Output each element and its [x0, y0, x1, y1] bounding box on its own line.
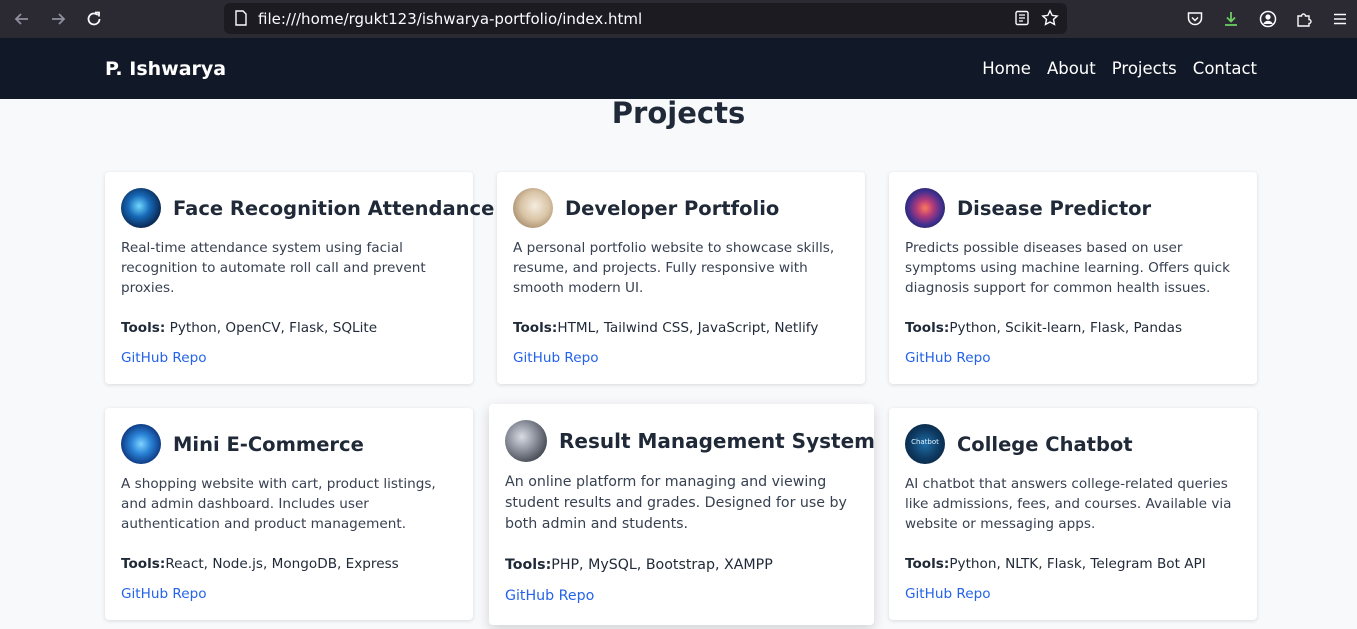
tools-value: Python, NLTK, Flask, Telegram Bot API	[949, 556, 1206, 572]
project-description: Predicts possible diseases based on user…	[905, 240, 1230, 296]
address-bar[interactable]: file:///home/rgukt123/ishwarya-portfolio…	[224, 3, 1067, 34]
nav-projects-link[interactable]: Projects	[1112, 59, 1177, 78]
projects-heading: Projects	[611, 96, 746, 130]
nav-about-link[interactable]: About	[1047, 59, 1096, 78]
project-thumbnail: Chatbot	[905, 424, 945, 464]
github-repo-link[interactable]: GitHub Repo	[121, 584, 207, 604]
project-description: AI chatbot that answers college-related …	[905, 476, 1232, 532]
project-tools: Tools:React, Node.js, MongoDB, Express	[121, 554, 457, 574]
nav-links: Home About Projects Contact	[982, 59, 1257, 78]
tools-label: Tools:	[905, 320, 950, 336]
page-icon	[232, 9, 250, 27]
project-title: College Chatbot	[957, 432, 1133, 456]
project-card: Chatbot College Chatbot AI chatbot that …	[889, 408, 1257, 620]
github-repo-link[interactable]: GitHub Repo	[513, 348, 599, 368]
tools-label: Tools:	[505, 557, 552, 573]
github-repo-link[interactable]: GitHub Repo	[905, 584, 991, 604]
project-tools: Tools:HTML, Tailwind CSS, JavaScript, Ne…	[513, 318, 849, 338]
thumbnail-caption: Chatbot	[911, 438, 939, 446]
project-card: Face Recognition Attendance Real-time at…	[105, 172, 494, 384]
project-tools: Tools:PHP, MySQL, Bootstrap, XAMPP	[505, 555, 858, 576]
project-thumbnail	[121, 188, 161, 228]
project-thumbnail	[905, 188, 945, 228]
pocket-icon[interactable]	[1185, 9, 1205, 29]
project-tools: Tools: Python, OpenCV, Flask, SQLite	[121, 318, 457, 338]
browser-toolbar: file:///home/rgukt123/ishwarya-portfolio…	[0, 0, 1357, 38]
github-repo-link[interactable]: GitHub Repo	[905, 348, 991, 368]
project-title: Mini E-Commerce	[173, 432, 364, 456]
tools-value: PHP, MySQL, Bootstrap, XAMPP	[551, 557, 773, 573]
account-icon[interactable]	[1258, 9, 1278, 29]
download-icon[interactable]	[1221, 9, 1241, 29]
tools-value: HTML, Tailwind CSS, JavaScript, Netlify	[557, 320, 819, 336]
project-thumbnail	[121, 424, 161, 464]
extensions-icon[interactable]	[1294, 9, 1314, 29]
project-title: Disease Predictor	[957, 196, 1152, 220]
project-description: An online platform for managing and view…	[505, 474, 847, 532]
tools-label: Tools:	[121, 556, 166, 572]
project-description: A personal portfolio website to showcase…	[513, 240, 835, 296]
project-title: Face Recognition Attendance	[173, 196, 495, 220]
project-tools: Tools:Python, Scikit-learn, Flask, Panda…	[905, 318, 1241, 338]
github-repo-link[interactable]: GitHub Repo	[121, 348, 207, 368]
project-card: Developer Portfolio A personal portfolio…	[497, 172, 865, 384]
project-card: Mini E-Commerce A shopping website with …	[105, 408, 473, 620]
project-tools: Tools:Python, NLTK, Flask, Telegram Bot …	[905, 554, 1241, 574]
menu-icon[interactable]	[1330, 9, 1350, 29]
project-description: Real-time attendance system using facial…	[121, 240, 426, 296]
github-repo-link[interactable]: GitHub Repo	[505, 586, 594, 606]
nav-home-link[interactable]: Home	[982, 59, 1031, 78]
tools-value: Python, OpenCV, Flask, SQLite	[169, 320, 378, 336]
tools-label: Tools:	[905, 556, 950, 572]
tools-value: Python, Scikit-learn, Flask, Pandas	[949, 320, 1183, 336]
forward-icon[interactable]	[46, 7, 70, 31]
reload-icon[interactable]	[82, 7, 106, 31]
url-text: file:///home/rgukt123/ishwarya-portfolio…	[258, 10, 643, 28]
site-brand[interactable]: P. Ishwarya	[105, 58, 226, 80]
project-title: Developer Portfolio	[565, 196, 780, 220]
back-icon[interactable]	[10, 7, 34, 31]
project-description: A shopping website with cart, product li…	[121, 476, 436, 532]
project-title: Result Management System	[559, 429, 875, 453]
project-card: Disease Predictor Predicts possible dise…	[889, 172, 1257, 384]
project-thumbnail	[505, 420, 547, 462]
tools-value: React, Node.js, MongoDB, Express	[165, 556, 399, 572]
project-card-hovered: Result Management System An online platf…	[489, 404, 875, 625]
bookmark-star-icon[interactable]	[1041, 9, 1059, 27]
reader-view-icon[interactable]	[1013, 9, 1031, 27]
tools-label: Tools:	[121, 320, 166, 336]
project-thumbnail	[513, 188, 553, 228]
site-navbar: P. Ishwarya Home About Projects Contact	[0, 38, 1357, 99]
nav-contact-link[interactable]: Contact	[1193, 59, 1257, 78]
tools-label: Tools:	[513, 320, 558, 336]
